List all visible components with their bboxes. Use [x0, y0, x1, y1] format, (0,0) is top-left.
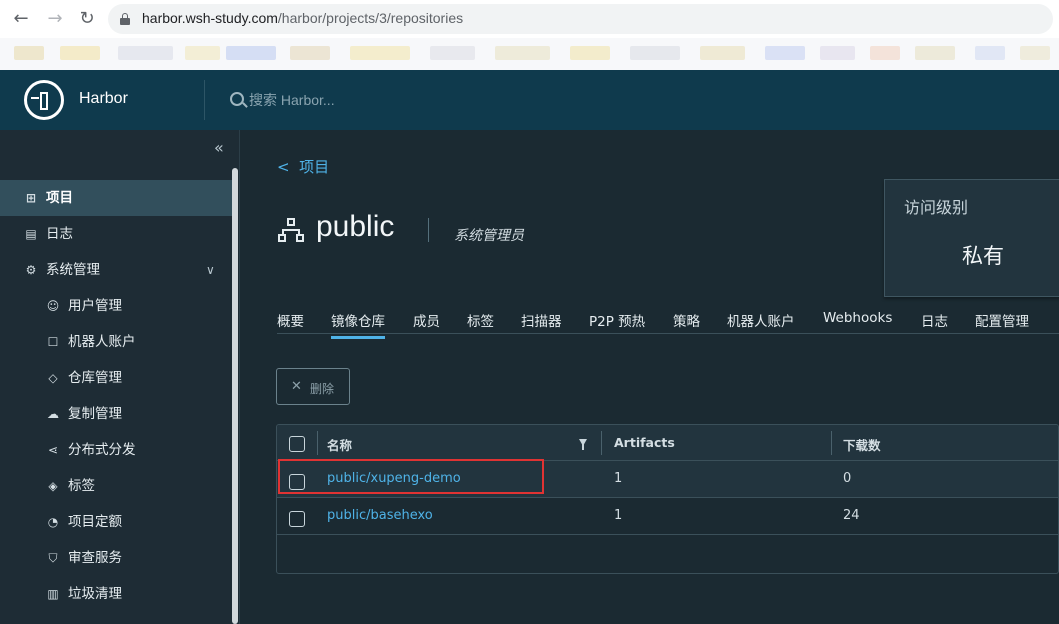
sidebar-item-replications[interactable]: ☁ 复制管理 [0, 396, 232, 432]
tab-labels[interactable]: 标签 [467, 310, 494, 330]
project-title: public [316, 210, 395, 243]
app-header: Harbor [0, 70, 1059, 130]
robot-icon: ☐ [47, 335, 59, 349]
header-divider [204, 80, 205, 120]
table-row[interactable]: public/basehexo 1 24 [277, 498, 1058, 535]
sidebar-scrollbar[interactable] [232, 168, 238, 624]
sidebar-item-interrogation[interactable]: ⛉ 审查服务 [0, 540, 232, 576]
registry-icon: ◇ [48, 371, 58, 385]
column-header-name[interactable]: 名称 [327, 435, 352, 454]
table-header: 名称 Artifacts 下载数 [277, 425, 1058, 461]
address-bar[interactable]: harbor.wsh-study.com/harbor/projects/3/r… [108, 4, 1053, 34]
tab-robot-accounts[interactable]: 机器人账户 [727, 310, 795, 330]
repositories-table: 名称 Artifacts 下载数 public/xupeng-demo 1 0 … [276, 424, 1059, 574]
browser-chrome: ← → ↻ harbor.wsh-study.com/harbor/projec… [0, 0, 1059, 70]
reload-icon[interactable]: ↻ [76, 8, 98, 30]
url-text[interactable]: harbor.wsh-study.com/harbor/projects/3/r… [142, 10, 463, 26]
cloud-icon: ☁ [47, 407, 59, 421]
chevron-down-icon: ∨ [206, 263, 215, 277]
global-search-input[interactable] [249, 89, 429, 111]
back-to-projects-link[interactable]: < 项目 [277, 156, 329, 177]
sidebar-item-registries[interactable]: ◇ 仓库管理 [0, 360, 232, 396]
column-separator [831, 431, 832, 455]
users-icon: ☺ [46, 299, 60, 313]
harbor-logo-icon[interactable] [24, 80, 64, 120]
project-icon: ⊞ [25, 191, 37, 205]
artifacts-count: 1 [614, 508, 623, 523]
tag-icon: ◈ [48, 479, 58, 493]
tab-members[interactable]: 成员 [413, 310, 440, 330]
column-separator [601, 431, 602, 455]
sidebar-item-projects[interactable]: ⊞ 项目 [0, 180, 232, 216]
sidebar-item-administration[interactable]: ⚙ 系统管理 ∨ [0, 252, 232, 288]
close-icon: ✕ [291, 378, 302, 393]
filter-icon[interactable] [579, 439, 587, 450]
tab-webhooks[interactable]: Webhooks [823, 310, 892, 326]
delete-button[interactable]: ✕ 删除 [276, 368, 350, 405]
lock-icon [120, 13, 130, 25]
tab-logs[interactable]: 日志 [921, 310, 948, 330]
log-icon: ▤ [25, 227, 37, 241]
sidebar-item-gc[interactable]: ▥ 垃圾清理 [0, 576, 232, 612]
tab-repositories[interactable]: 镜像仓库 [331, 310, 385, 339]
brand-name[interactable]: Harbor [79, 90, 128, 108]
repository-link[interactable]: public/basehexo [327, 508, 433, 523]
sidebar-item-logs[interactable]: ▤ 日志 [0, 216, 232, 252]
collapse-sidebar-icon[interactable]: « [214, 138, 224, 157]
shield-icon: ⛉ [48, 551, 58, 565]
forward-arrow-icon[interactable]: → [44, 8, 66, 30]
tab-configuration[interactable]: 配置管理 [975, 310, 1029, 330]
highlight-annotation-box [278, 459, 544, 494]
sidebar-item-labels[interactable]: ◈ 标签 [0, 468, 232, 504]
sidebar: « ⊞ 项目 ▤ 日志 ⚙ 系统管理 ∨ ☺ 用户管理 ☐ 机器人账户 ◇ 仓库… [0, 130, 240, 624]
sidebar-item-users[interactable]: ☺ 用户管理 [0, 288, 232, 324]
column-header-downloads[interactable]: 下载数 [843, 435, 881, 454]
column-separator [317, 431, 318, 455]
admin-icon: ⚙ [25, 263, 37, 277]
bookmarks-bar [0, 38, 1059, 70]
download-count: 24 [843, 508, 860, 523]
project-icon [278, 218, 304, 244]
access-level-label: 访问级别 [904, 198, 969, 217]
sidebar-item-robot-accounts[interactable]: ☐ 机器人账户 [0, 324, 232, 360]
artifacts-count: 1 [614, 471, 623, 486]
column-header-artifacts[interactable]: Artifacts [614, 435, 675, 450]
select-all-checkbox[interactable] [289, 436, 305, 452]
project-tabs: 概要 镜像仓库 成员 标签 扫描器 P2P 预热 策略 机器人账户 Webhoo… [277, 300, 1059, 339]
main-content: < 项目 public 系统管理员 访问级别 私有 概要 镜像仓库 成员 标签 … [240, 130, 1059, 624]
title-divider [428, 218, 429, 242]
trash-icon: ▥ [47, 587, 59, 601]
tab-p2p-preheat[interactable]: P2P 预热 [589, 310, 645, 330]
access-level-value: 私有 [962, 244, 1004, 268]
download-count: 0 [843, 471, 852, 486]
row-checkbox[interactable] [289, 511, 305, 527]
user-role: 系统管理员 [454, 228, 524, 244]
tab-scanner[interactable]: 扫描器 [521, 310, 562, 330]
sidebar-item-quotas[interactable]: ◔ 项目定额 [0, 504, 232, 540]
share-icon: ⋖ [47, 443, 59, 457]
access-level-card: 访问级别 私有 [884, 179, 1059, 297]
sidebar-item-distributions[interactable]: ⋖ 分布式分发 [0, 432, 232, 468]
back-arrow-icon[interactable]: ← [10, 8, 32, 30]
tab-policy[interactable]: 策略 [673, 310, 700, 330]
tab-summary[interactable]: 概要 [277, 310, 304, 330]
quota-icon: ◔ [47, 515, 59, 529]
search-icon [230, 92, 244, 106]
